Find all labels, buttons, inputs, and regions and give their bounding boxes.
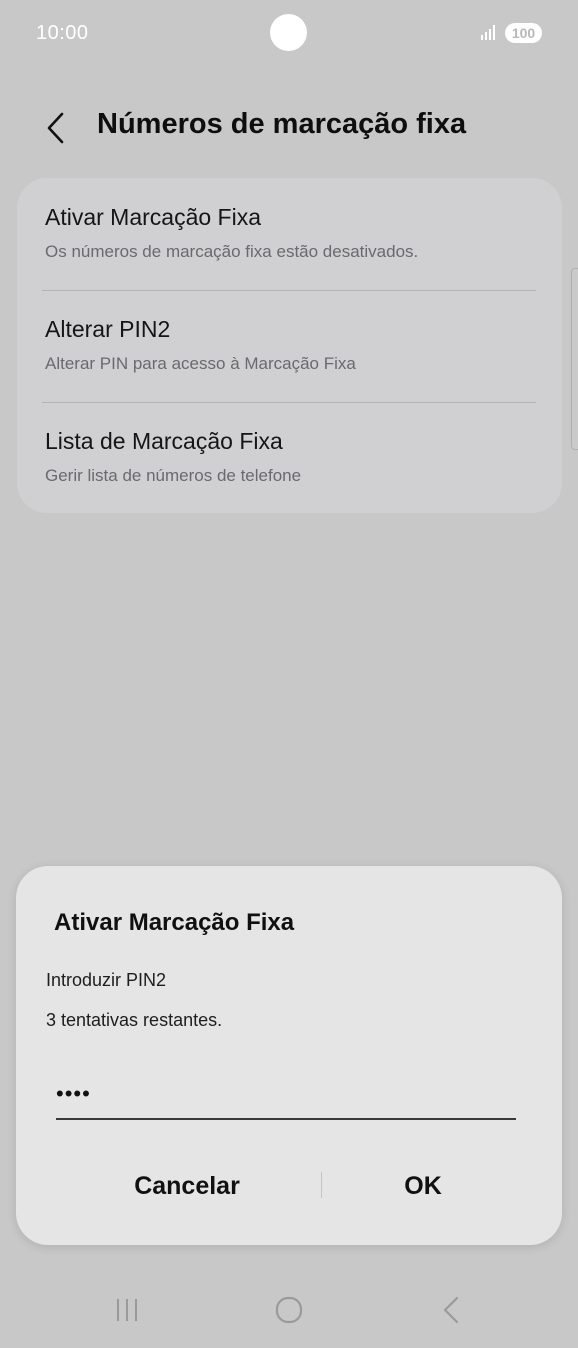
cancel-button[interactable]: Cancelar: [87, 1158, 287, 1214]
settings-item-enable-fdn[interactable]: Ativar Marcação Fixa Os números de marca…: [17, 178, 562, 290]
fixed-dialing-settings-screen: 10:00 100 Números de marcação fixa Ativa…: [0, 0, 578, 1348]
chevron-left-icon: [47, 112, 64, 144]
recents-icon: [117, 1299, 137, 1321]
front-camera-cutout: [270, 14, 307, 51]
settings-item-title: Ativar Marcação Fixa: [45, 204, 262, 230]
pin2-dialog: Ativar Marcação Fixa Introduzir PIN2 3 t…: [16, 866, 562, 1245]
status-bar: 10:00 100: [0, 0, 578, 66]
page-title: Números de marcação fixa: [97, 108, 467, 140]
settings-item-subtitle: Gerir lista de números de telefone: [45, 466, 302, 485]
ok-button[interactable]: OK: [323, 1158, 523, 1214]
settings-item-subtitle: Alterar PIN para acesso à Marcação Fixa: [45, 354, 356, 373]
battery-indicator: 100: [505, 23, 542, 43]
settings-item-subtitle: Os números de marcação fixa estão desati…: [45, 242, 419, 261]
settings-item-change-pin2[interactable]: Alterar PIN2 Alterar PIN para acesso à M…: [17, 290, 562, 402]
button-divider: [321, 1172, 322, 1198]
navigation-bar: [0, 1280, 578, 1340]
home-button[interactable]: [264, 1290, 314, 1330]
scroll-indicator[interactable]: [571, 268, 578, 450]
dialog-prompt: Introduzir PIN2: [46, 970, 167, 990]
settings-item-title: Lista de Marcação Fixa: [45, 428, 283, 454]
battery-level: 100: [511, 25, 536, 41]
back-icon: [443, 1296, 459, 1324]
dialog-title: Ativar Marcação Fixa: [54, 909, 295, 936]
dialog-attempts-remaining: 3 tentativas restantes.: [46, 1010, 223, 1030]
back-button[interactable]: [36, 108, 76, 148]
recents-button[interactable]: [102, 1290, 152, 1330]
signal-bars-icon: [481, 25, 495, 40]
settings-item-title: Alterar PIN2: [45, 316, 171, 342]
home-icon: [275, 1296, 303, 1324]
settings-card: Ativar Marcação Fixa Os números de marca…: [17, 178, 562, 513]
settings-item-fdn-list[interactable]: Lista de Marcação Fixa Gerir lista de nú…: [17, 402, 562, 514]
header: Números de marcação fixa: [0, 96, 578, 160]
nav-back-button[interactable]: [426, 1290, 476, 1330]
status-time: 10:00: [36, 22, 89, 44]
pin2-input[interactable]: [56, 1070, 516, 1120]
